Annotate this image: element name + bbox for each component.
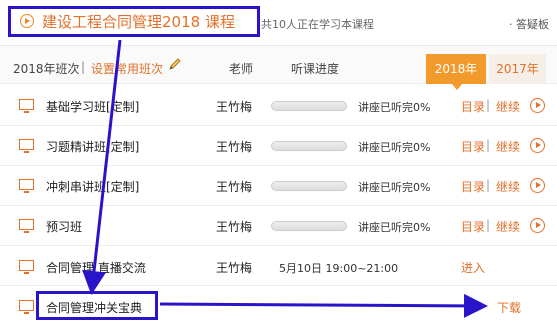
continue-link[interactable]: 继续 (496, 218, 520, 235)
tab-2018[interactable]: 2018年 (426, 54, 486, 90)
catalog-link[interactable]: 目录 (461, 138, 485, 155)
teacher-name: 王竹梅 (216, 261, 253, 275)
teacher-name: 王竹梅 (216, 100, 253, 114)
catalog-link[interactable]: 目录 (461, 178, 485, 195)
video-icon (19, 179, 34, 193)
progress-bar (271, 141, 347, 151)
progress-status: 讲座已听完0% (358, 141, 431, 154)
teacher-name: 王竹梅 (216, 140, 253, 154)
teacher-name: 王竹梅 (216, 180, 253, 194)
link-separator: | (486, 178, 491, 192)
video-icon (19, 260, 34, 274)
video-icon (19, 139, 34, 153)
play-icon[interactable] (530, 138, 545, 153)
catalog-link[interactable]: 目录 (461, 218, 485, 235)
teacher-column-header: 老师 (229, 62, 254, 76)
continue-link[interactable]: 继续 (496, 138, 520, 155)
continue-link[interactable]: 继续 (496, 98, 520, 115)
continue-link[interactable]: 继续 (496, 178, 520, 195)
progress-status: 讲座已听完0% (358, 221, 431, 234)
teacher-name: 王竹梅 (216, 220, 253, 234)
catalog-link[interactable]: 目录 (461, 98, 485, 115)
progress-status: 讲座已听完0% (358, 101, 431, 114)
progress-status: 讲座已听完0% (358, 181, 431, 194)
link-separator: | (486, 98, 491, 112)
download-link[interactable]: 下载 (497, 299, 521, 316)
class-name-link[interactable]: 习题精讲班[定制] (46, 138, 139, 155)
handbook-name: 合同管理冲关宝典 (46, 301, 143, 315)
play-icon[interactable] (530, 178, 545, 193)
video-icon (19, 99, 34, 113)
play-icon[interactable] (530, 98, 545, 113)
video-icon (19, 300, 34, 314)
link-separator: | (486, 138, 491, 152)
class-name-link[interactable]: 冲刺串讲班[定制] (46, 178, 139, 195)
progress-bar (271, 221, 347, 231)
course-title: 建设工程合同管理2018 课程 (42, 13, 235, 31)
play-icon[interactable] (530, 218, 545, 233)
qa-board-label[interactable]: 答疑板 (516, 18, 549, 31)
progress-bar (271, 101, 347, 111)
tab-2017[interactable]: 2017年 (489, 54, 546, 84)
enter-live-link[interactable]: 进入 (461, 259, 485, 276)
pencil-icon[interactable] (168, 57, 182, 71)
header-separator: | (81, 60, 86, 74)
class-name-link[interactable]: 预习班 (46, 218, 82, 235)
play-icon (20, 14, 34, 28)
progress-bar (271, 181, 347, 191)
qa-board-link[interactable]: · 答疑板 (509, 16, 549, 32)
live-name: 合同管理 直播交流 (46, 261, 146, 275)
progress-column-header: 听课进度 (291, 62, 340, 76)
set-common-class-link[interactable]: 设置常用班次 (91, 60, 163, 77)
learners-count: 共10人正在学习本课程 (261, 18, 374, 31)
class-year-label: 2018年班次 (13, 62, 80, 76)
video-icon (19, 219, 34, 233)
link-separator: | (486, 218, 491, 232)
live-time: 5月10日 19:00~21:00 (279, 262, 399, 275)
class-name-link[interactable]: 基础学习班[定制] (46, 98, 139, 115)
